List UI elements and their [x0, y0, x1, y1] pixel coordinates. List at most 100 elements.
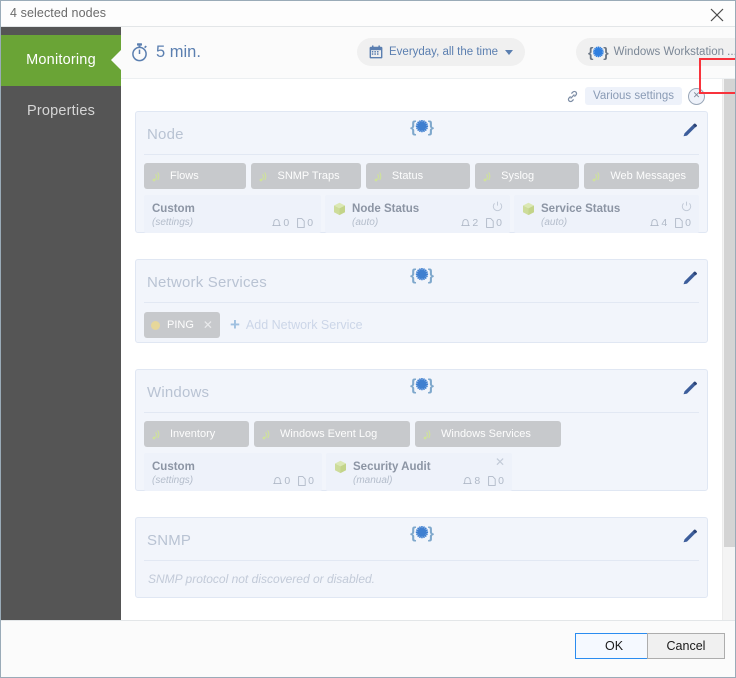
calendar-icon	[369, 45, 383, 59]
power-glyph	[492, 201, 503, 212]
chip-status[interactable]: Status	[365, 163, 471, 189]
pencil-glyph	[683, 271, 697, 285]
circle-x-icon[interactable]: ✕	[688, 87, 705, 105]
panel-windows: Windows {✺} Inventory Windows Event Log …	[135, 369, 708, 491]
braces-gear-icon[interactable]: {✺}	[410, 523, 434, 543]
panel-body: Inventory Windows Event Log Windows Serv…	[136, 413, 707, 499]
card-row: Custom (settings) 0	[144, 453, 699, 491]
card-service-status[interactable]: Service Status (auto) 4 0	[514, 195, 699, 233]
panel-body: SNMP protocol not discovered or disabled…	[136, 561, 707, 597]
card-node-status[interactable]: Node Status (auto) 2 0	[325, 195, 511, 233]
sidebar: Monitoring Properties	[1, 27, 122, 621]
card-counts: 0 0	[272, 217, 313, 229]
cube-icon	[335, 460, 346, 474]
alert-value: 0	[283, 217, 290, 229]
pencil-icon[interactable]	[682, 123, 697, 143]
panel-title: Network Services	[147, 274, 267, 291]
panel-title: Windows	[147, 384, 210, 401]
doc-value: 0	[498, 475, 504, 487]
pencil-icon[interactable]	[682, 529, 697, 549]
pencil-glyph	[683, 381, 697, 395]
network-service-row: PING ✕ + Add Network Service	[144, 312, 699, 338]
scrollbar-thumb[interactable]	[724, 79, 735, 547]
dialog-window: 4 selected nodes Monitoring Properties 5…	[0, 0, 736, 678]
signal-icon	[152, 171, 160, 181]
snmp-status-message: SNMP protocol not discovered or disabled…	[148, 572, 376, 586]
power-icon[interactable]	[681, 199, 692, 217]
chip-windows-services[interactable]: Windows Services	[415, 421, 561, 447]
close-icon[interactable]: ✕	[495, 456, 505, 468]
cancel-button[interactable]: Cancel	[647, 633, 725, 659]
chip-label: Syslog	[501, 170, 535, 182]
alert-count: 0	[273, 475, 290, 487]
chip-label: Windows Event Log	[280, 428, 378, 440]
bell-icon	[273, 477, 283, 485]
card-custom[interactable]: Custom (settings) 0 0	[144, 453, 322, 491]
plus-icon: +	[229, 315, 240, 334]
service-chip-ping[interactable]: PING ✕	[144, 312, 220, 338]
chip-syslog[interactable]: Syslog	[475, 163, 580, 189]
chip-inventory[interactable]: Inventory	[144, 421, 249, 447]
document-icon	[488, 476, 496, 486]
pencil-icon[interactable]	[682, 381, 697, 401]
close-icon[interactable]: ✕	[203, 318, 213, 332]
card-title: Security Audit	[353, 461, 431, 473]
braces-gear-icon[interactable]: {✺}	[410, 117, 434, 137]
card-security-audit[interactable]: Security Audit (manual) ✕ 8 0	[326, 453, 512, 491]
card-title-row: Node Status	[333, 202, 502, 216]
power-glyph	[681, 201, 692, 212]
various-settings-chip[interactable]: Various settings	[585, 87, 682, 105]
sidebar-item-properties[interactable]: Properties	[1, 86, 121, 137]
chip-label: Inventory	[170, 428, 216, 440]
card-counts: 0 0	[273, 475, 314, 487]
schedule-label: Everyday, all the time	[389, 46, 499, 58]
template-selector[interactable]: {✺} Windows Workstation ...	[576, 38, 736, 66]
bell-icon	[272, 219, 282, 227]
panel-header: Windows {✺}	[136, 370, 707, 412]
alert-count: 2	[461, 217, 478, 229]
chip-label: Web Messages	[610, 170, 686, 182]
template-label: Windows Workstation ...	[613, 46, 736, 58]
chip-label: Windows Services	[441, 428, 531, 440]
card-custom[interactable]: Custom (settings) 0 0	[144, 195, 322, 233]
doc-value: 0	[685, 217, 691, 229]
document-icon	[675, 218, 683, 228]
chip-row: Inventory Windows Event Log Windows Serv…	[144, 421, 699, 447]
schedule-dropdown[interactable]: Everyday, all the time	[357, 38, 526, 66]
polling-interval[interactable]: 5 min.	[130, 37, 201, 67]
chip-flows[interactable]: Flows	[144, 163, 247, 189]
braces-gear-icon[interactable]: {✺}	[410, 375, 434, 395]
signal-icon	[483, 171, 491, 181]
vertical-scrollbar[interactable]	[722, 79, 735, 621]
sidebar-item-monitoring[interactable]: Monitoring	[1, 35, 122, 86]
pencil-icon[interactable]	[682, 271, 697, 291]
braces-gear-icon: {✺}	[588, 43, 609, 60]
alert-count: 0	[272, 217, 289, 229]
chip-web-messages[interactable]: Web Messages	[584, 163, 700, 189]
power-icon[interactable]	[492, 199, 503, 217]
card-title-row: Security Audit	[334, 460, 504, 474]
various-settings-label: Various settings	[593, 90, 674, 102]
braces-gear-icon[interactable]: {✺}	[410, 265, 434, 285]
title-bar: 4 selected nodes	[1, 1, 735, 27]
ok-button[interactable]: OK	[575, 633, 653, 659]
pencil-glyph	[683, 529, 697, 543]
panel-title: Node	[147, 126, 184, 143]
chip-label: Flows	[170, 170, 199, 182]
stopwatch-icon	[132, 43, 147, 62]
card-title: Node Status	[352, 203, 420, 215]
chip-snmp-traps[interactable]: SNMP Traps	[251, 163, 361, 189]
add-network-service-button[interactable]: + Add Network Service	[229, 315, 363, 334]
alert-value: 8	[474, 475, 481, 487]
chip-windows-event-log[interactable]: Windows Event Log	[254, 421, 410, 447]
signal-icon	[592, 171, 600, 181]
alert-value: 0	[284, 475, 291, 487]
polling-interval-value: 5 min.	[156, 42, 201, 61]
settings-scroll-area: Various settings ✕ Node {✺} Flows SNMP T…	[121, 79, 735, 621]
card-counts: 2 0	[461, 217, 502, 229]
panel-body: Flows SNMP Traps Status Syslog Web Messa…	[136, 155, 707, 241]
signal-icon	[423, 429, 431, 439]
doc-value: 0	[308, 475, 314, 487]
card-title: Custom	[152, 461, 195, 473]
close-icon[interactable]	[703, 4, 731, 25]
